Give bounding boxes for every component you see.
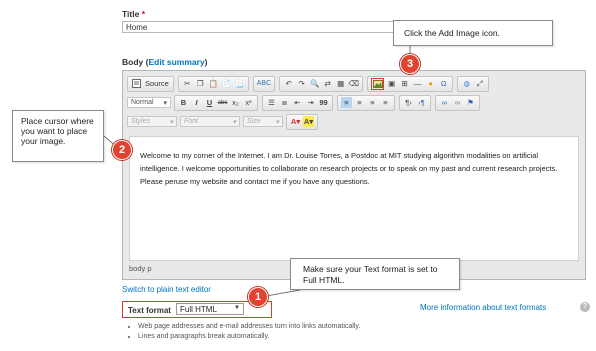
callout-place-cursor: Place cursor where you want to place you… [12, 110, 104, 162]
step-marker-3: 3 [400, 54, 420, 74]
step-marker-2: 2 [112, 140, 132, 160]
callout-connectors [103, 46, 411, 297]
connector-line-1 [265, 289, 301, 297]
callout-add-image: Click the Add Image icon. [393, 20, 553, 46]
step-marker-1: 1 [248, 287, 268, 307]
callout-text-format: Make sure your Text format is set to Ful… [290, 258, 460, 290]
